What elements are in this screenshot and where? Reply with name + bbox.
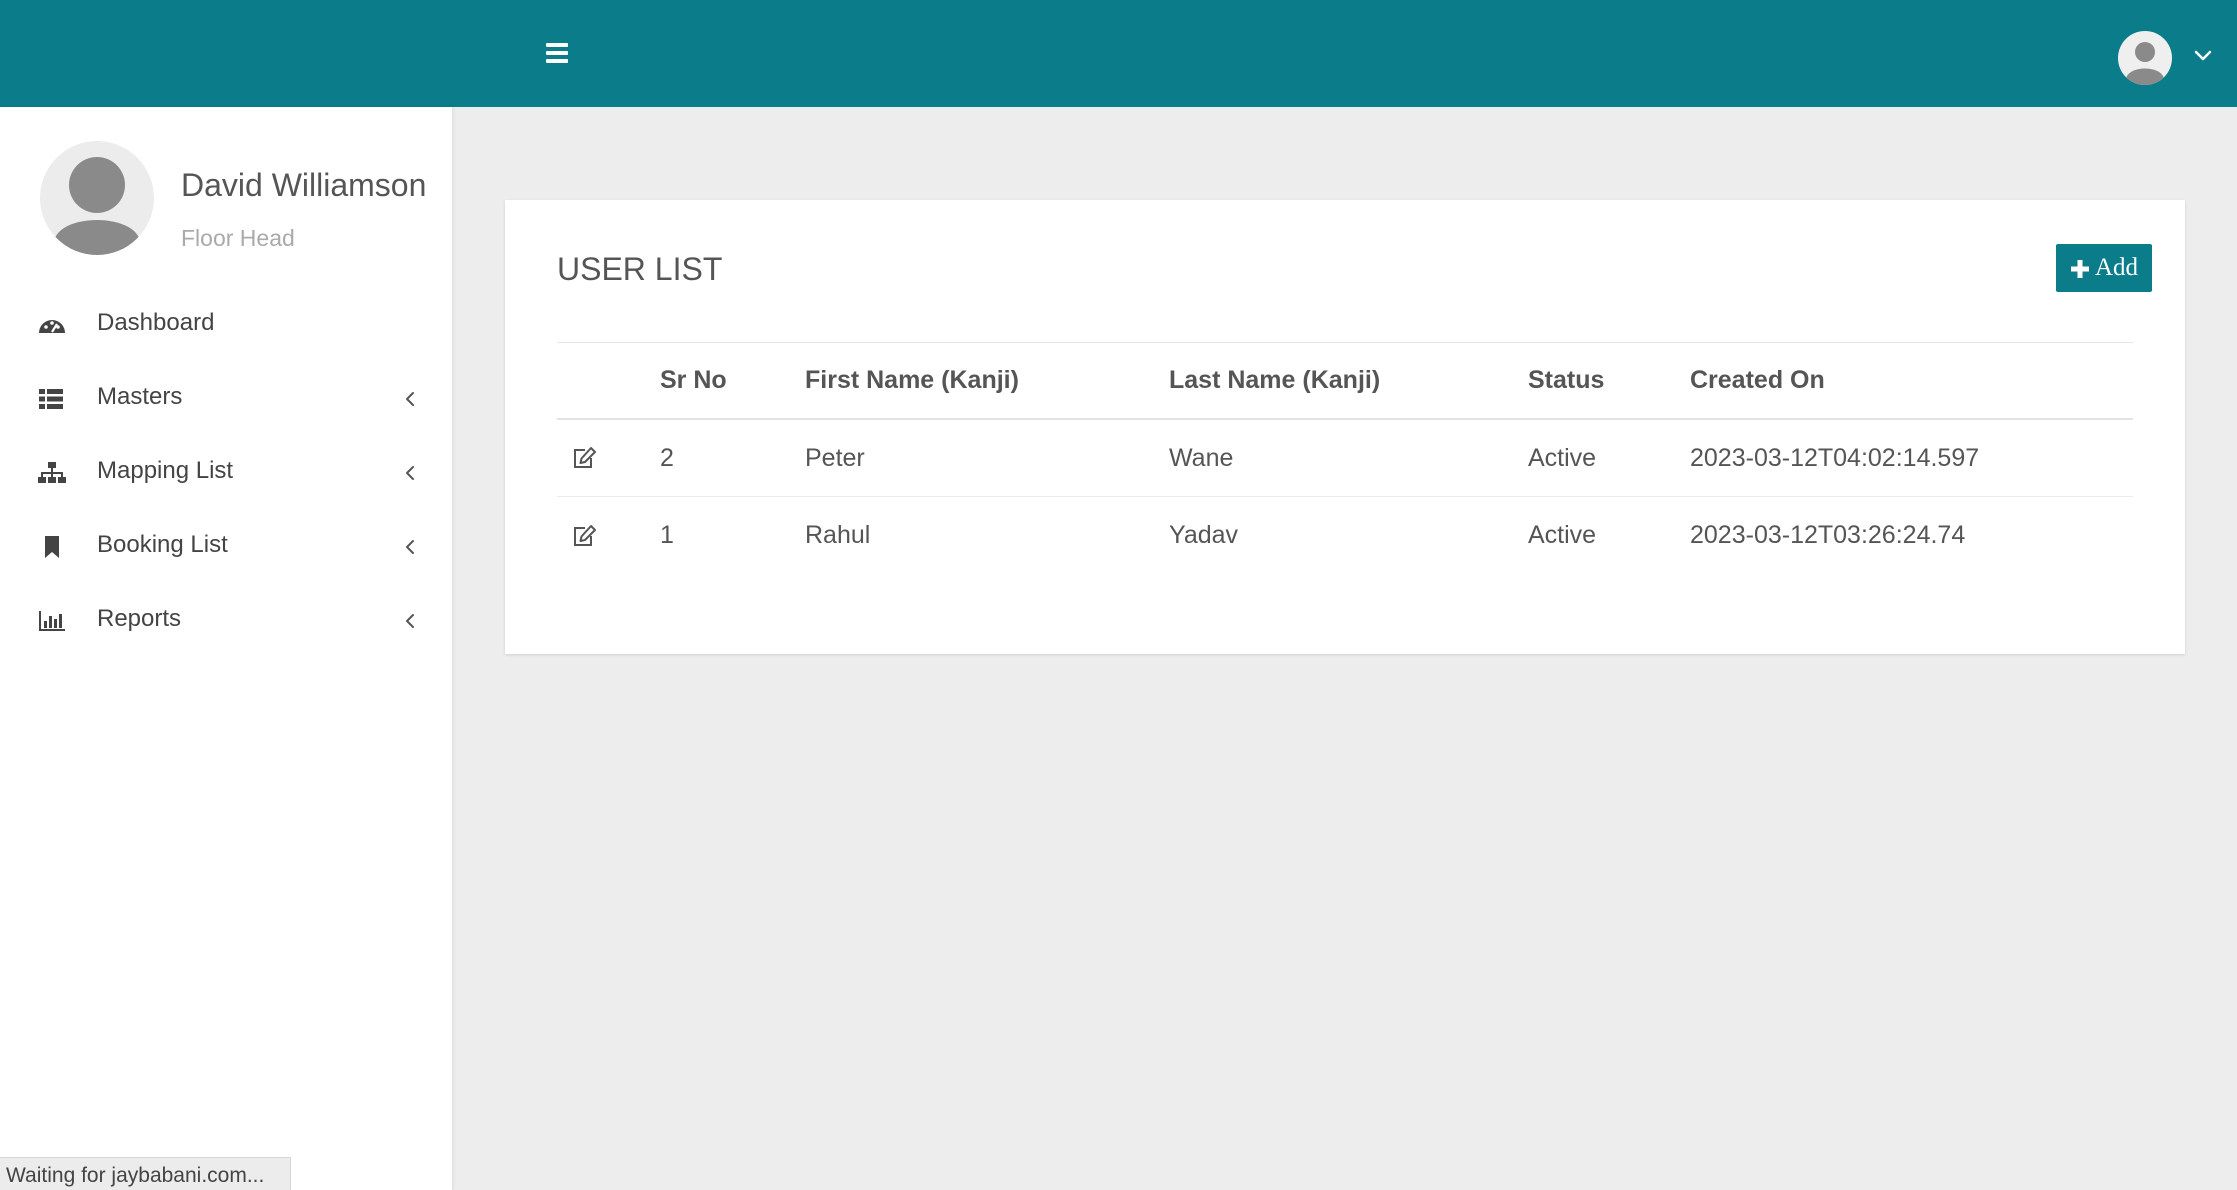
cell-status: Active [1528,443,1597,472]
column-header-created-on: Created On [1690,366,1825,394]
profile-avatar [40,141,154,255]
column-header-sr-no: Sr No [660,366,727,394]
add-button-label: Add [2094,254,2139,281]
sidebar: David Williamson Floor Head Dashboard Ma… [0,107,452,1190]
cell-sr-no: 1 [660,521,674,549]
sidebar-item-label: Booking List [97,531,228,558]
sidebar-item-mapping-list[interactable]: Mapping List [0,435,452,509]
sidebar-nav: Dashboard Masters Mapping List Booking L… [0,287,452,657]
cell-created-on: 2023-03-12T04:02:14.597 [1690,443,1980,472]
bookmark-icon [37,535,67,559]
cell-created-on: 2023-03-12T03:26:24.74 [1690,521,1966,549]
page-title: USER LIST [557,251,723,287]
dashboard-icon [37,313,67,337]
chevron-left-icon [402,387,418,411]
plus-icon [2070,258,2090,278]
table-row: 2 Peter Wane Active 2023-03-12T04:02:14.… [557,420,2133,497]
column-header-status: Status [1528,366,1605,394]
cell-first-name: Peter [805,443,865,472]
table-header: Sr No First Name (Kanji) Last Name (Kanj… [557,342,2133,420]
sidebar-item-label: Reports [97,605,182,632]
chevron-down-icon[interactable] [2190,44,2216,66]
edit-icon[interactable] [571,524,597,548]
cell-status: Active [1528,521,1597,549]
profile-role: Floor Head [181,225,295,251]
list-icon [37,387,67,411]
cell-last-name: Yadav [1169,521,1239,549]
chevron-left-icon [402,535,418,559]
sidebar-item-label: Dashboard [97,309,215,336]
user-list-card: USER LIST Add Sr No First Name (Kanji) L… [505,200,2185,654]
sitemap-icon [37,461,67,485]
sidebar-item-reports[interactable]: Reports [0,583,452,657]
sidebar-item-dashboard[interactable]: Dashboard [0,287,452,361]
profile-name: David Williamson [181,167,427,203]
sidebar-item-masters[interactable]: Masters [0,361,452,435]
cell-sr-no: 2 [660,443,674,472]
add-user-button[interactable]: Add [2056,244,2152,292]
column-header-first-name: First Name (Kanji) [805,366,1019,394]
edit-icon[interactable] [571,446,597,470]
top-navbar [0,0,2237,107]
sidebar-item-label: Masters [97,383,183,410]
browser-status-bar: Waiting for jaybabani.com... [0,1157,291,1190]
chevron-left-icon [402,609,418,633]
bar-chart-icon [37,609,67,633]
chevron-left-icon [402,461,418,485]
edit-cell [571,497,597,574]
cell-first-name: Rahul [805,521,871,549]
table-row: 1 Rahul Yadav Active 2023-03-12T03:26:24… [557,497,2133,574]
column-header-last-name: Last Name (Kanji) [1169,366,1381,394]
user-avatar-icon[interactable] [2118,31,2172,85]
sidebar-item-label: Mapping List [97,457,234,484]
cell-last-name: Wane [1169,443,1234,472]
user-table: Sr No First Name (Kanji) Last Name (Kanj… [557,342,2133,574]
hamburger-icon[interactable] [546,43,568,63]
sidebar-item-booking-list[interactable]: Booking List [0,509,452,583]
edit-cell [571,420,597,496]
